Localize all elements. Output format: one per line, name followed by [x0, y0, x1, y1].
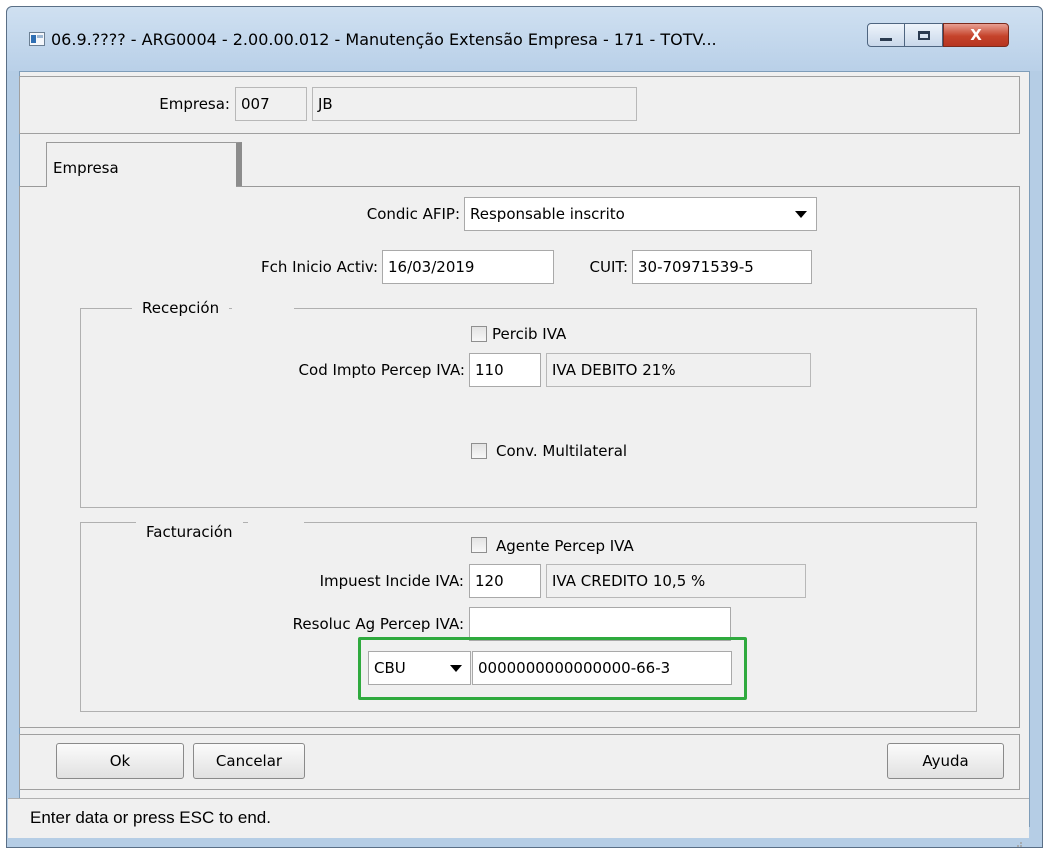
tab-empresa-label: Empresa	[53, 159, 119, 177]
fch-inicio-label: Fch Inicio Activ:	[260, 258, 378, 276]
empresa-code-field: 007	[235, 87, 307, 121]
cbu-value-field[interactable]: 0000000000000000-66-3	[472, 651, 732, 685]
agente-percep-label: Agente Percep IVA	[496, 537, 634, 555]
chevron-down-icon	[450, 665, 462, 672]
ok-button[interactable]: Ok	[56, 743, 184, 779]
conv-multilateral-checkbox[interactable]	[471, 443, 487, 459]
condic-afip-label: Condic AFIP:	[366, 205, 460, 223]
tab-join	[47, 185, 236, 188]
status-text: Enter data or press ESC to end.	[30, 808, 271, 827]
impuest-incide-field[interactable]: 120	[469, 564, 541, 598]
condic-afip-value: Responsable inscrito	[470, 205, 625, 223]
minimize-icon	[880, 37, 892, 41]
facturacion-title-gap	[248, 520, 304, 524]
facturacion-title: Facturación	[136, 522, 243, 542]
cod-impto-label: Cod Impto Percep IVA:	[298, 361, 465, 379]
resoluc-label: Resoluc Ag Percep IVA:	[292, 615, 464, 633]
cuit-label: CUIT:	[589, 258, 628, 276]
window-title: 06.9.???? - ARG0004 - 2.00.00.012 - Manu…	[51, 30, 717, 49]
percib-iva-label: Percib IVA	[492, 325, 567, 343]
app-icon[interactable]	[29, 32, 45, 46]
impuest-incide-label: Impuest Incide IVA:	[319, 572, 464, 590]
resoluc-field[interactable]	[469, 607, 731, 641]
cuit-field[interactable]: 30-70971539-5	[632, 250, 812, 284]
fch-inicio-field[interactable]: 16/03/2019	[382, 250, 554, 284]
empresa-label: Empresa:	[159, 95, 230, 113]
recepcion-title: Recepción	[132, 298, 230, 318]
cancel-button[interactable]: Cancelar	[193, 743, 305, 779]
percib-iva-checkbox[interactable]	[471, 326, 487, 342]
cod-impto-desc: IVA DEBITO 21%	[546, 353, 811, 387]
minimize-button[interactable]	[867, 23, 905, 47]
maximize-icon	[917, 30, 930, 40]
close-button[interactable]: X	[943, 23, 1009, 47]
tab-empresa[interactable]: Empresa	[46, 142, 242, 188]
empresa-name-field: JB	[312, 87, 637, 121]
maximize-button[interactable]	[905, 23, 943, 47]
close-icon: X	[970, 26, 982, 44]
resize-grip-icon[interactable]	[1013, 824, 1023, 847]
cbu-type-select[interactable]: CBU	[368, 651, 471, 685]
recepcion-title-gap	[232, 306, 294, 310]
conv-multilateral-label: Conv. Multilateral	[496, 442, 628, 460]
status-bar: Enter data or press ESC to end.	[8, 798, 1029, 847]
agente-percep-checkbox[interactable]	[471, 537, 487, 553]
cod-impto-field[interactable]: 110	[469, 353, 541, 387]
impuest-incide-desc: IVA CREDITO 10,5 %	[546, 564, 806, 598]
chevron-down-icon	[795, 211, 807, 218]
condic-afip-select[interactable]: Responsable inscrito	[464, 197, 817, 231]
help-button[interactable]: Ayuda	[887, 743, 1004, 779]
cbu-type-value: CBU	[374, 659, 406, 677]
